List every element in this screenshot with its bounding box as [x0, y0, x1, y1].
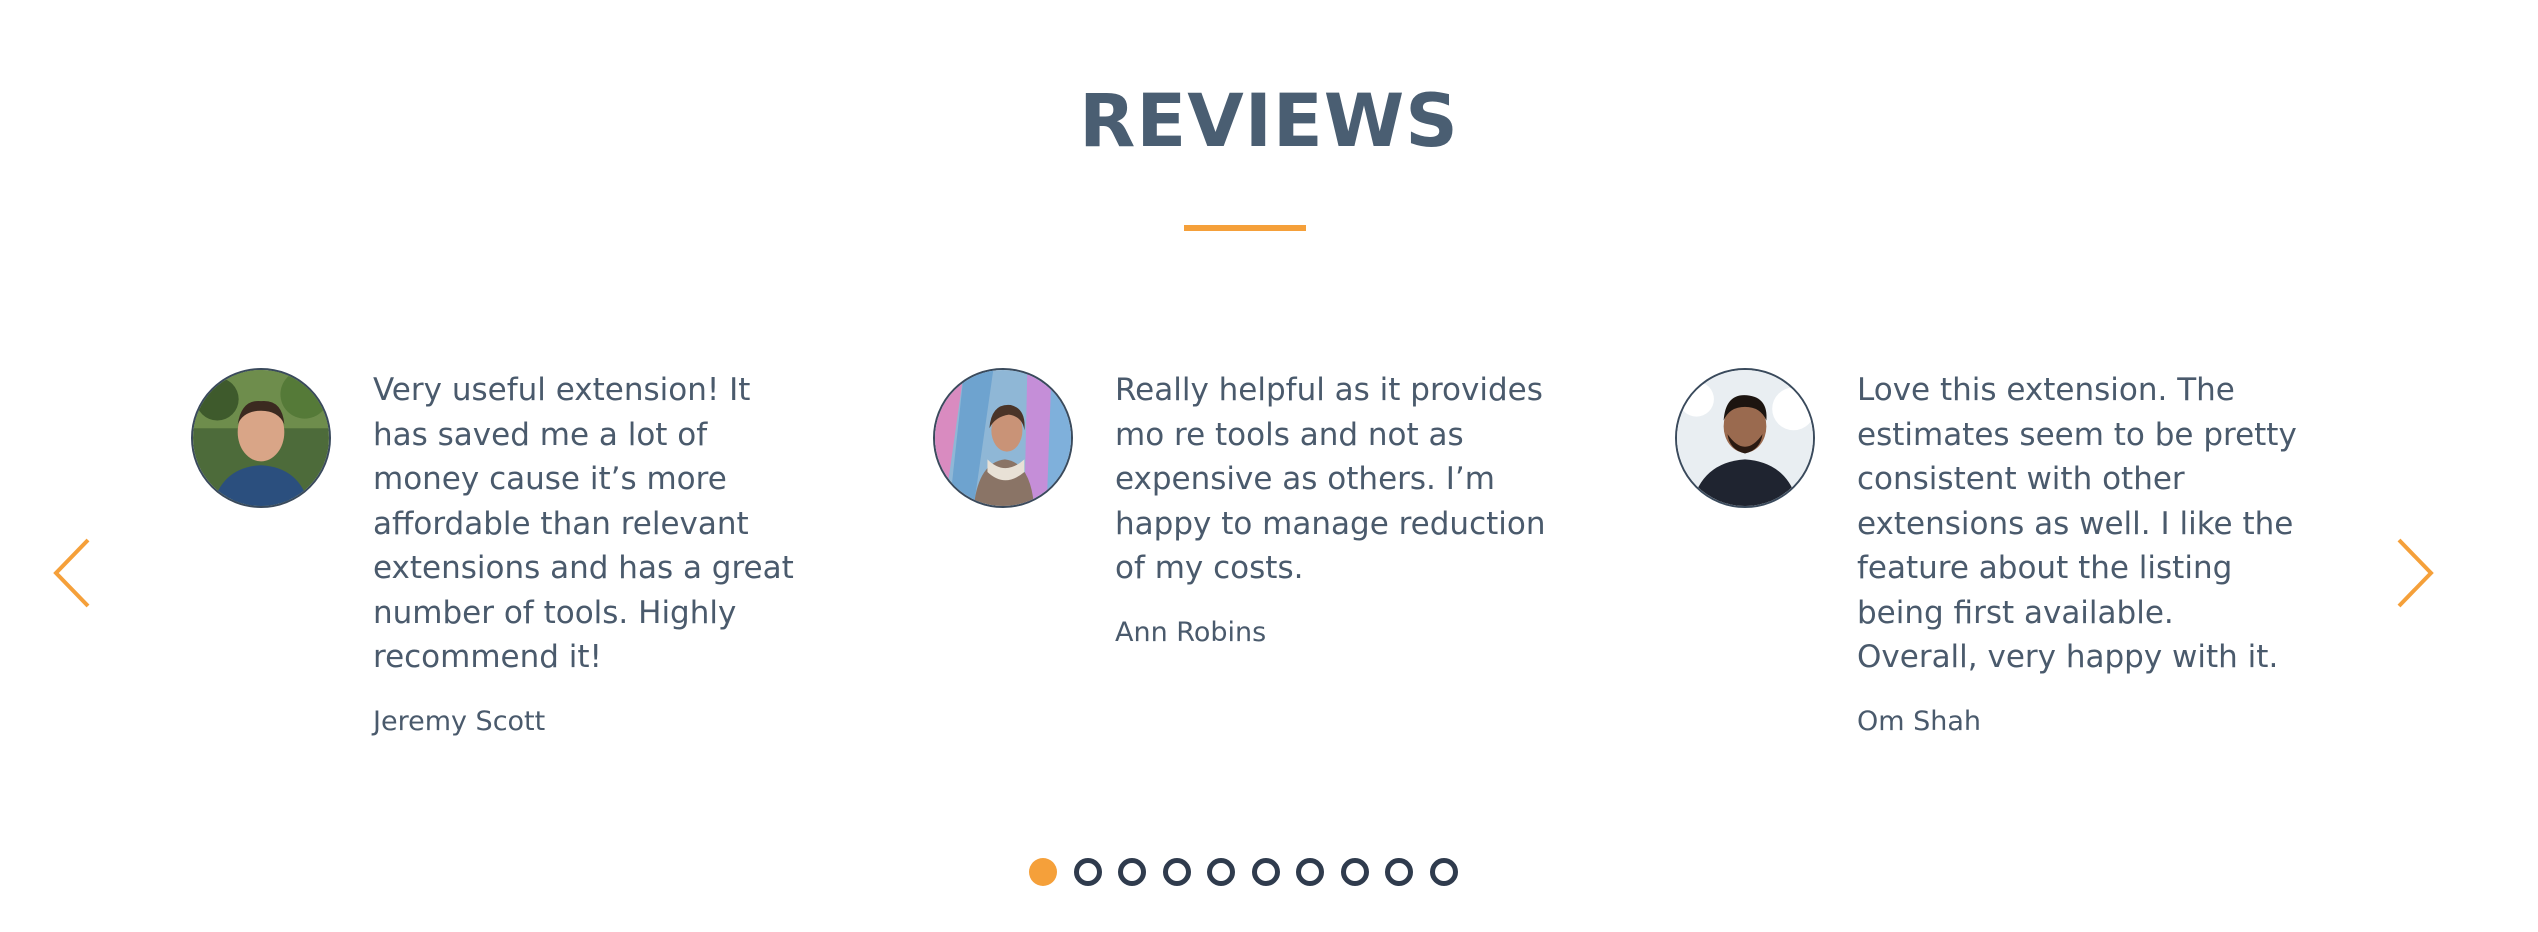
- carousel-pagination: [1029, 858, 1458, 886]
- review-author: Jeremy Scott: [373, 705, 546, 737]
- chevron-right-icon: [2397, 538, 2434, 608]
- chevron-left-icon: [53, 538, 90, 608]
- avatar: [1675, 368, 1815, 508]
- pagination-dot[interactable]: [1251, 858, 1280, 886]
- pagination-dot[interactable]: [1029, 858, 1057, 886]
- pagination-dot[interactable]: [1296, 858, 1324, 886]
- pagination-dot[interactable]: [1073, 858, 1102, 886]
- avatar: [191, 368, 331, 508]
- review-text: Very useful extension! It has saved me a…: [373, 372, 794, 675]
- pagination-dot[interactable]: [1207, 858, 1235, 886]
- carousel-prev-button[interactable]: [52, 538, 92, 608]
- pagination-dot[interactable]: [1340, 858, 1369, 886]
- review-text: Really helpful as it provides mo re tool…: [1115, 372, 1546, 586]
- section-title: REVIEWS: [1079, 79, 1459, 164]
- title-underline: [1184, 225, 1306, 231]
- pagination-dot[interactable]: [1429, 858, 1458, 886]
- review-author: Ann Robins: [1115, 616, 1267, 648]
- avatar: [933, 368, 1073, 508]
- carousel-next-button[interactable]: [2395, 538, 2435, 608]
- review-text: Love this extension. The estimates seem …: [1857, 372, 2297, 675]
- pagination-dot[interactable]: [1162, 858, 1191, 886]
- pagination-dot[interactable]: [1385, 858, 1413, 886]
- review-author: Om Shah: [1857, 705, 1982, 737]
- pagination-dot[interactable]: [1118, 858, 1146, 886]
